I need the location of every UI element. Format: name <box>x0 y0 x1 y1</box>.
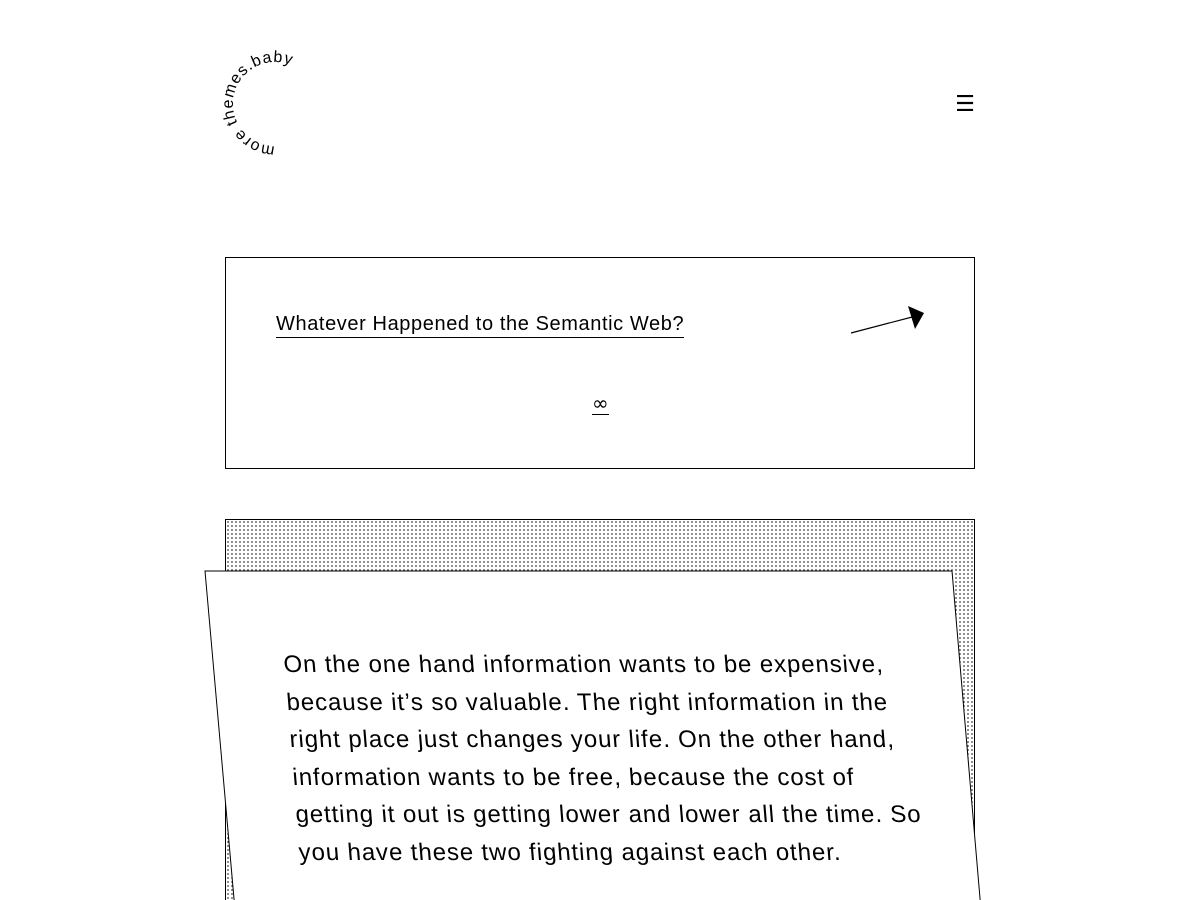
quote-text: On the one hand information wants to be … <box>282 651 923 866</box>
page: more themes.baby ☰ Whatever Happened to … <box>0 0 1200 900</box>
